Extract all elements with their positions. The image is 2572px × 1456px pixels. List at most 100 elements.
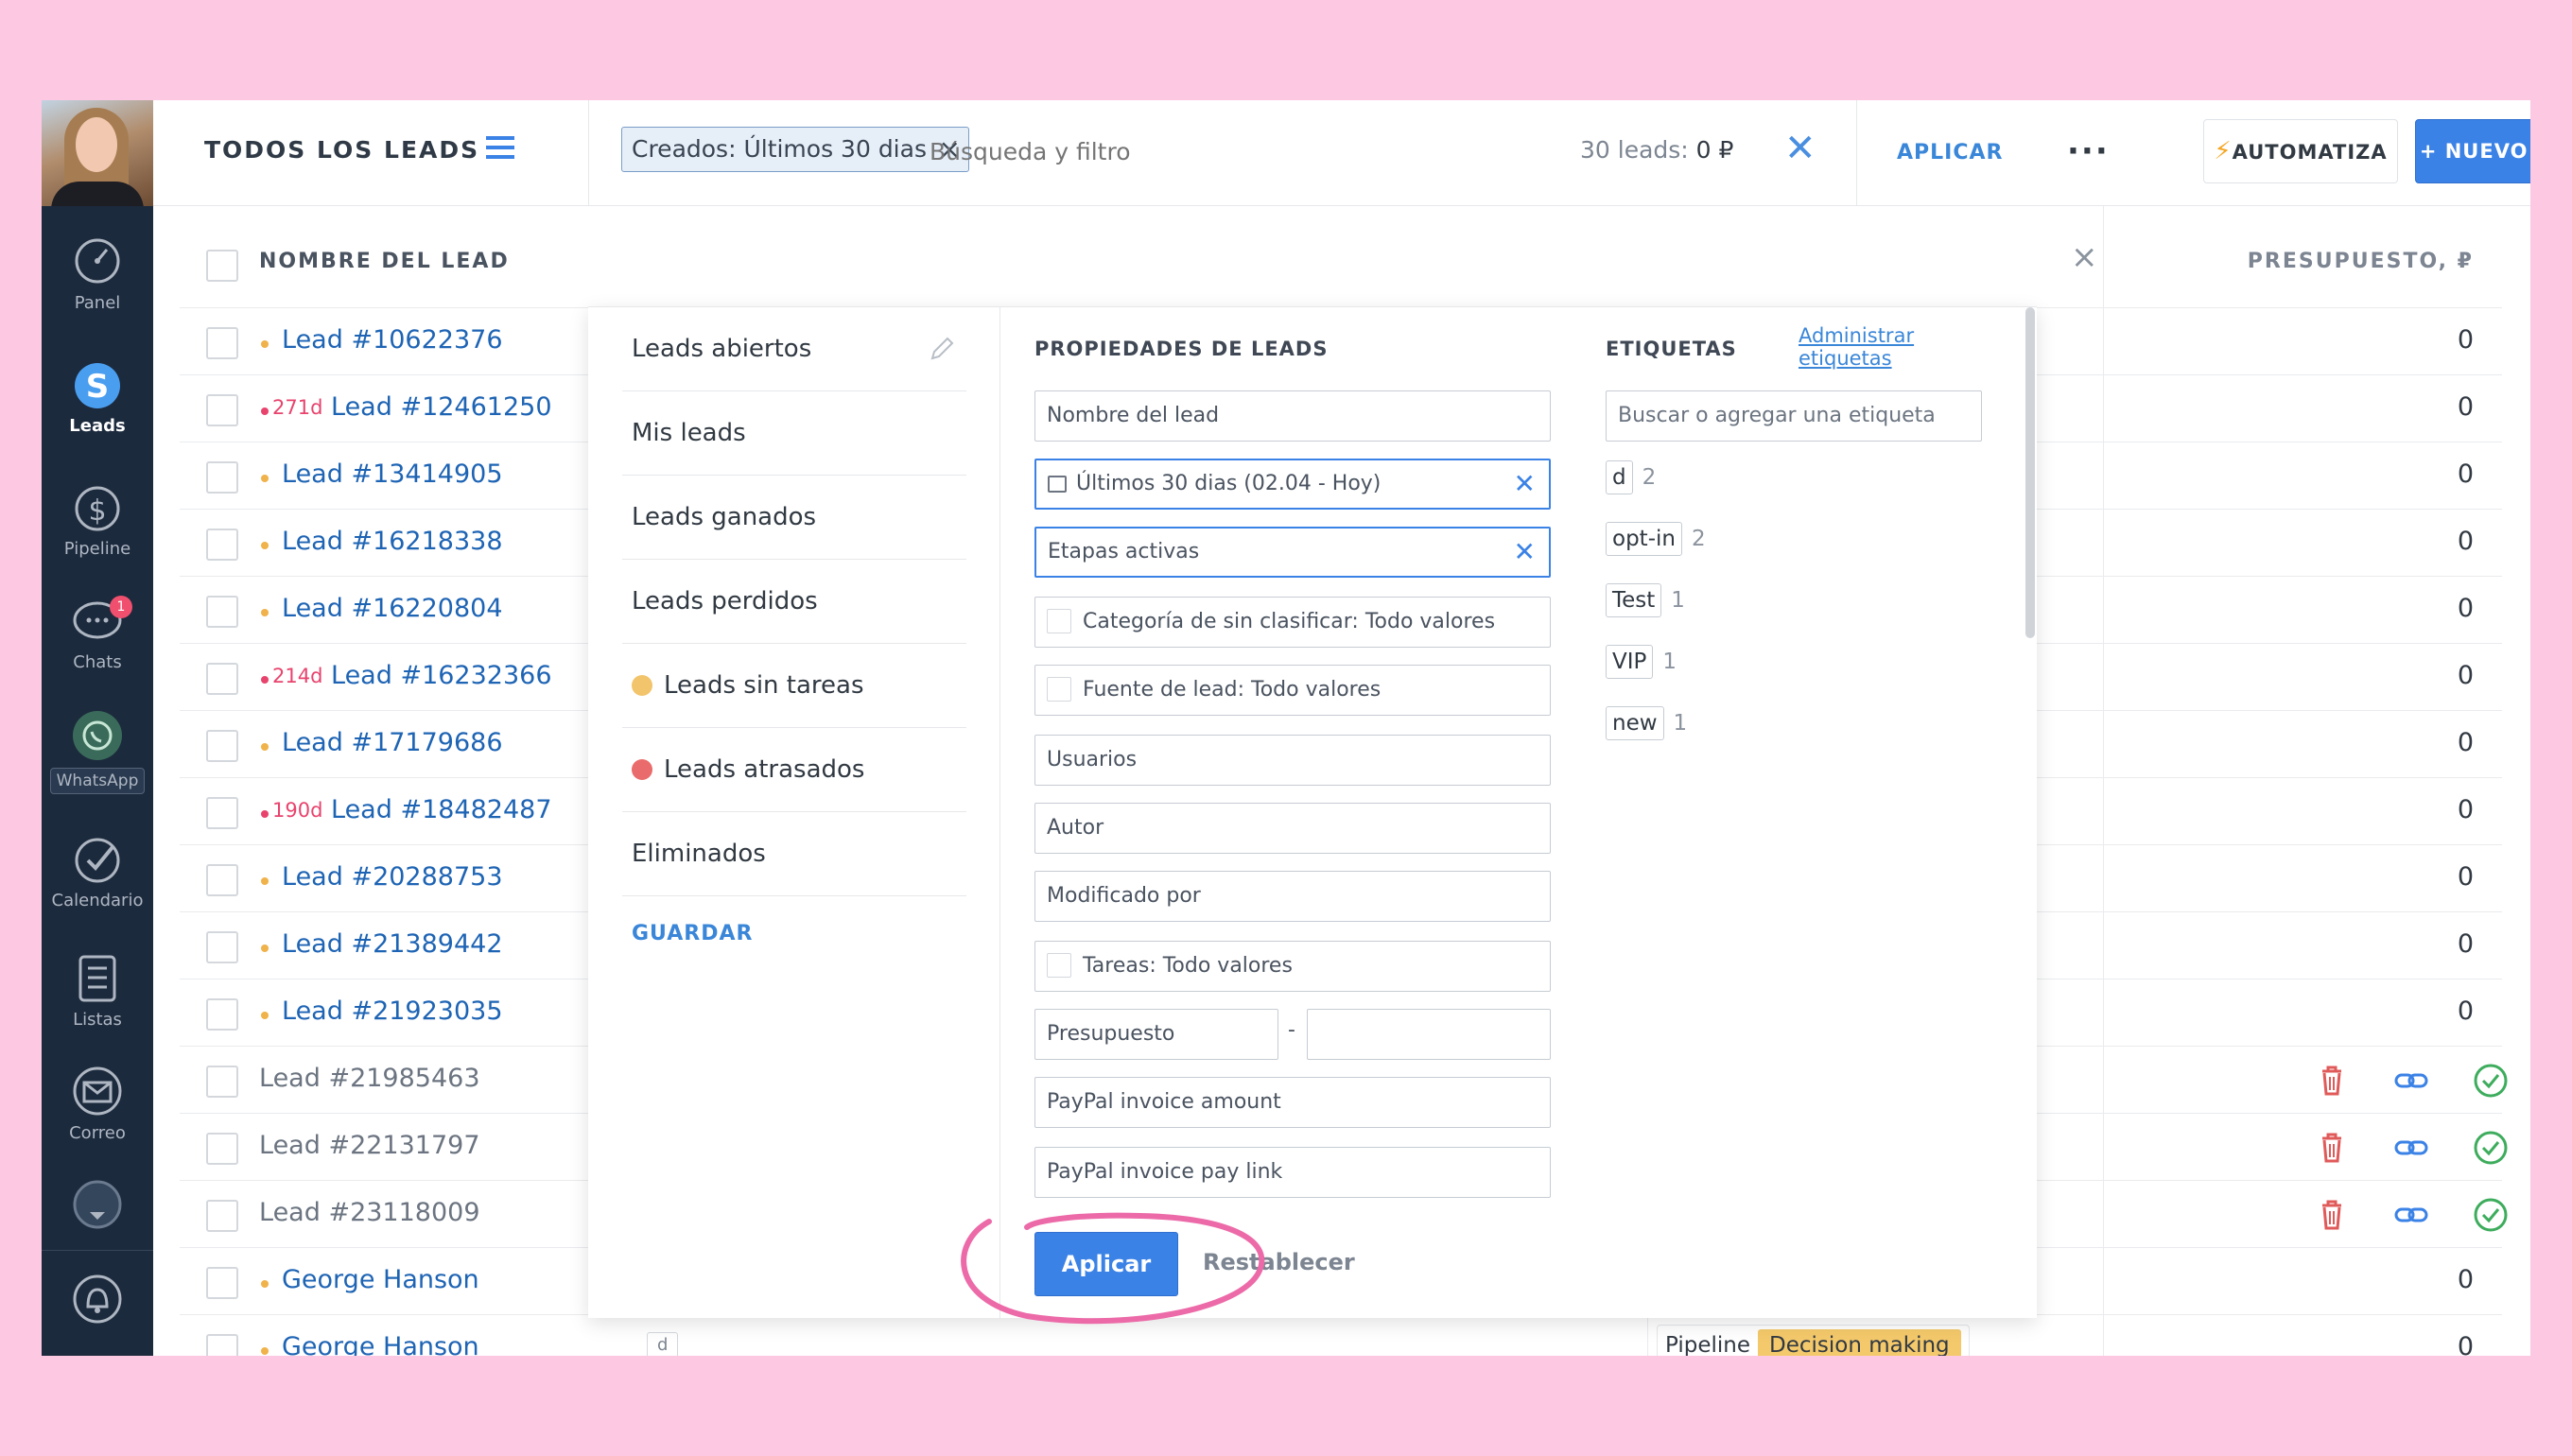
check-circle-icon[interactable] [2472,1129,2510,1167]
row-checkbox[interactable] [206,931,238,963]
lead-name-link[interactable]: Lead #21985463 [259,1064,480,1093]
paypal-link-field[interactable]: PayPal invoice pay link [1034,1147,1551,1198]
reset-button[interactable]: Restablecer [1203,1249,1355,1275]
preset-item[interactable]: Eliminados [622,812,966,896]
lead-name-link[interactable]: Lead #18482487 [331,795,552,824]
stages-field[interactable]: Etapas activas ✕ [1034,527,1551,578]
search-input[interactable] [930,130,1497,172]
apply-button[interactable]: Aplicar [1034,1232,1178,1296]
pipeline-stage-tag[interactable]: Pipeline Decision making [1657,1325,1970,1356]
row-checkbox[interactable] [206,1066,238,1098]
link-icon[interactable] [2392,1062,2430,1100]
date-range-field[interactable]: Últimos 30 dias (02.04 - Hoy) ✕ [1034,459,1551,510]
lead-name-link[interactable]: Lead #16218338 [282,527,503,556]
automate-button[interactable]: ⚡AUTOMATIZA [2203,119,2398,183]
user-avatar[interactable] [42,100,153,206]
author-field[interactable]: Autor [1034,803,1551,854]
row-checkbox[interactable] [206,596,238,628]
tag-search-input[interactable]: Buscar o agregar una etiqueta [1606,390,1982,442]
category-field[interactable]: Categoría de sin clasificar: Todo valore… [1034,597,1551,648]
clear-date-icon[interactable]: ✕ [1514,460,1536,508]
row-checkbox[interactable] [206,864,238,896]
clear-stages-icon[interactable]: ✕ [1514,529,1536,576]
tasks-checkbox[interactable] [1047,953,1071,978]
manage-tags-link[interactable]: Administrar etiquetas [1799,324,1940,370]
more-options-button[interactable]: ··· [2067,132,2110,170]
phone-button[interactable] [42,1178,153,1237]
apply-filter-button[interactable]: APLICAR [1856,100,2036,206]
clear-search-icon[interactable]: ✕ [1784,125,1816,172]
tag-item[interactable]: Test 1 [1606,583,1685,617]
preset-item[interactable]: Leads sin tareas [622,644,966,728]
row-checkbox[interactable] [206,394,238,426]
row-checkbox[interactable] [206,998,238,1031]
row-checkbox[interactable] [206,529,238,561]
tag-item[interactable]: d2 [1606,460,1656,494]
sidebar-item-panel[interactable]: Panel [42,234,153,313]
active-filter-chip[interactable]: Creados: Últimos 30 dias × [621,127,969,172]
close-column-icon[interactable]: × [2071,238,2098,276]
sidebar-item-chats[interactable]: 1 Chats [42,594,153,672]
row-checkbox[interactable] [206,797,238,829]
users-field[interactable]: Usuarios [1034,735,1551,786]
row-checkbox[interactable] [206,1334,238,1356]
row-checkbox[interactable] [206,1200,238,1232]
lead-name-link[interactable]: Lead #12461250 [331,392,552,422]
trash-icon[interactable] [2313,1196,2351,1234]
modified-by-field[interactable]: Modificado por [1034,871,1551,922]
row-checkbox[interactable] [206,663,238,695]
category-checkbox[interactable] [1047,609,1071,633]
budget-min-field[interactable]: Presupuesto [1034,1009,1278,1060]
paypal-amount-field[interactable]: PayPal invoice amount [1034,1077,1551,1128]
sidebar-item-calendario[interactable]: Calendario [42,832,153,910]
sidebar-item-pipeline[interactable]: $ Pipeline [42,480,153,559]
select-all-checkbox[interactable] [206,250,238,282]
lead-name-link[interactable]: Lead #20288753 [282,862,503,892]
lead-name-link[interactable]: Lead #22131797 [259,1131,480,1160]
lead-name-link[interactable]: Lead #21923035 [282,997,503,1026]
trash-icon[interactable] [2313,1129,2351,1167]
lead-name-link[interactable]: Lead #13414905 [282,459,503,489]
sidebar-item-listas[interactable]: Listas [42,951,153,1030]
row-checkbox[interactable] [206,1267,238,1299]
row-checkbox[interactable] [206,730,238,762]
sidebar-item-whatsapp[interactable]: WhatsApp [42,709,153,794]
save-preset-button[interactable]: GUARDAR [632,922,753,945]
lead-name-field[interactable]: Nombre del lead [1034,390,1551,442]
lead-name-link[interactable]: George Hanson [282,1265,479,1294]
preset-item[interactable]: Leads atrasados [622,728,966,812]
check-circle-icon[interactable] [2472,1196,2510,1234]
menu-icon[interactable] [486,134,514,161]
table-row[interactable]: George Hanson d Pipeline Decision making 0 [180,1315,2502,1356]
lead-name-link[interactable]: Lead #17179686 [282,728,503,757]
preset-item[interactable]: Mis leads [622,391,966,476]
panel-scrollbar[interactable] [2025,307,2035,638]
column-header-budget[interactable]: PRESUPUESTO, ₽ [2248,250,2474,273]
new-lead-button[interactable]: + NUEVO LEAD [2415,119,2530,183]
sidebar-item-correo[interactable]: Correo [42,1065,153,1143]
tag-item[interactable]: opt-in 2 [1606,522,1706,556]
tasks-field[interactable]: Tareas: Todo valores [1034,941,1551,992]
lead-name-link[interactable]: George Hanson [282,1332,479,1356]
budget-max-field[interactable] [1307,1009,1551,1060]
lead-name-link[interactable]: Lead #16232366 [331,661,552,690]
lead-source-checkbox[interactable] [1047,677,1071,702]
link-icon[interactable] [2392,1129,2430,1167]
tag-item[interactable]: new 1 [1606,706,1687,740]
preset-item[interactable]: Leads perdidos [622,560,966,644]
row-checkbox[interactable] [206,461,238,494]
lead-name-link[interactable]: Lead #10622376 [282,325,503,355]
lead-name-link[interactable]: Lead #23118009 [259,1198,480,1227]
preset-item[interactable]: Leads ganados [622,476,966,560]
link-icon[interactable] [2392,1196,2430,1234]
row-checkbox[interactable] [206,1133,238,1165]
lead-source-field[interactable]: Fuente de lead: Todo valores [1034,665,1551,716]
lead-name-link[interactable]: Lead #21389442 [282,929,503,959]
tag-item[interactable]: VIP 1 [1606,645,1677,679]
lead-name-link[interactable]: Lead #16220804 [282,594,503,623]
notifications-button[interactable] [42,1273,153,1331]
sidebar-item-leads[interactable]: S Leads [42,357,153,436]
row-checkbox[interactable] [206,327,238,359]
column-header-name[interactable]: NOMBRE DEL LEAD [259,250,510,273]
check-circle-icon[interactable] [2472,1062,2510,1100]
